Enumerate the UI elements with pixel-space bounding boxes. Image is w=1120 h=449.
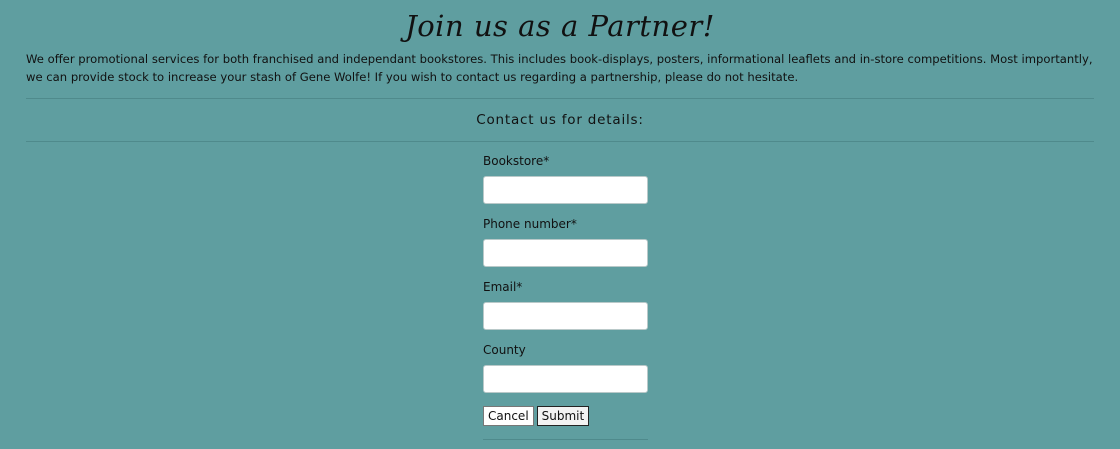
partner-form: Bookstore* Phone number* Email* County C… bbox=[483, 152, 648, 440]
phone-label: Phone number* bbox=[483, 217, 577, 231]
phone-input[interactable] bbox=[483, 239, 648, 267]
email-field-group: Email* bbox=[483, 278, 648, 330]
bookstore-label: Bookstore* bbox=[483, 154, 550, 168]
submit-button[interactable]: Submit bbox=[536, 406, 590, 426]
email-label: Email* bbox=[483, 280, 523, 294]
page-title: Join us as a Partner! bbox=[405, 9, 715, 43]
divider bbox=[26, 141, 1094, 142]
intro-paragraph: We offer promotional services for both f… bbox=[26, 52, 1093, 84]
phone-field-group: Phone number* bbox=[483, 215, 648, 267]
bookstore-input[interactable] bbox=[483, 176, 648, 204]
cancel-button[interactable]: Cancel bbox=[483, 406, 534, 426]
bookstore-field-group: Bookstore* bbox=[483, 152, 648, 204]
email-input[interactable] bbox=[483, 302, 648, 330]
county-label: County bbox=[483, 343, 526, 357]
county-input[interactable] bbox=[483, 365, 648, 393]
county-field-group: County bbox=[483, 341, 648, 393]
form-buttons: Cancel Submit bbox=[483, 406, 648, 426]
page-container: Join us as a Partner! We offer promotion… bbox=[26, 0, 1094, 142]
contact-heading: Contact us for details: bbox=[476, 112, 644, 128]
form-divider bbox=[483, 439, 648, 440]
